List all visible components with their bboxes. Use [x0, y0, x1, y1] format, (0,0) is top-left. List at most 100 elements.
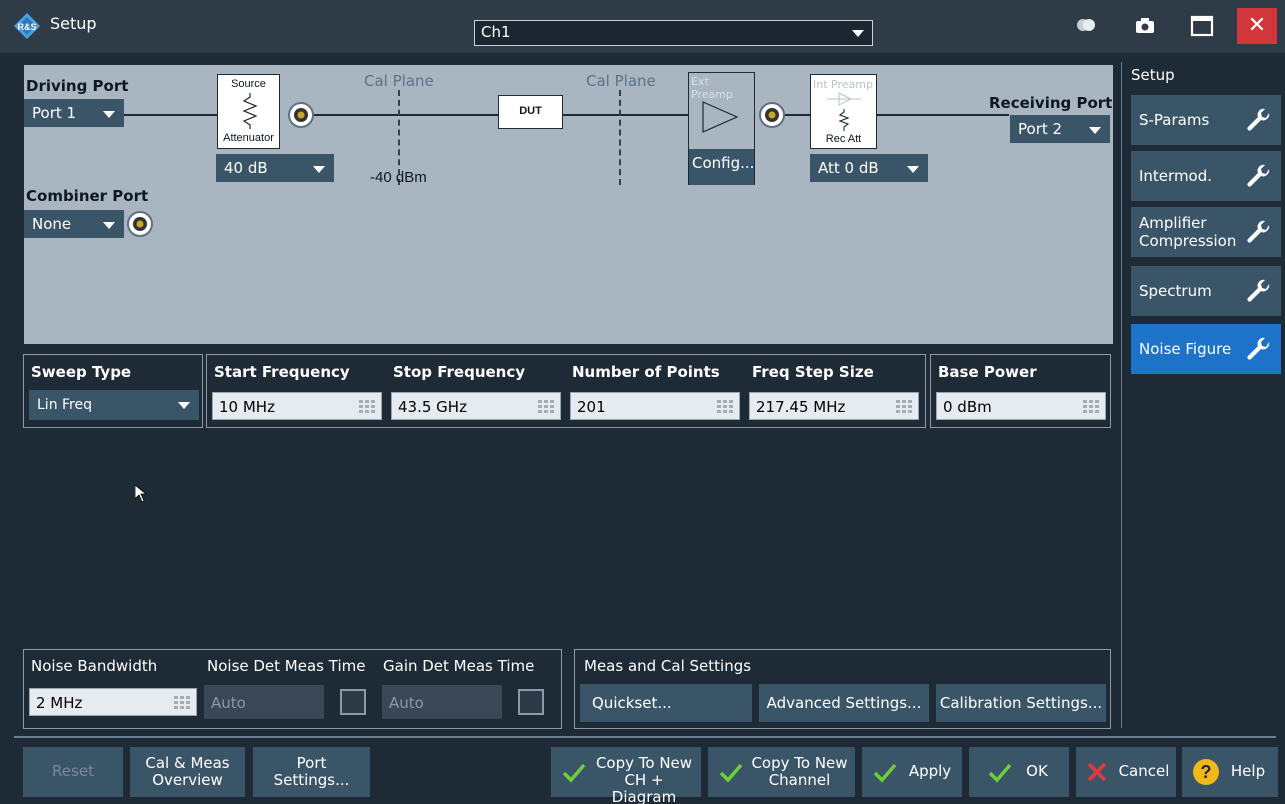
sidebar-item-intermod[interactable]: Intermod.	[1131, 151, 1281, 201]
cal-meas-overview-button[interactable]: Cal & Meas Overview	[130, 747, 245, 797]
keypad-icon[interactable]	[174, 696, 190, 709]
copy-to-new-channel-button[interactable]: Copy To New Channel	[708, 747, 855, 797]
cal-meas-line2: Overview	[152, 771, 223, 789]
attenuator-label: Attenuator	[223, 132, 274, 144]
svg-text:R&S: R&S	[17, 22, 36, 32]
reset-button[interactable]: Reset	[23, 747, 123, 797]
ok-button[interactable]: OK	[969, 747, 1069, 797]
noise-det-meas-time-field[interactable]: Auto	[204, 685, 324, 719]
keypad-icon[interactable]	[717, 400, 733, 413]
freq-step-size-value: 217.45 MHz	[756, 398, 846, 416]
port-connector-icon	[759, 102, 785, 128]
chevron-down-icon	[178, 402, 190, 409]
base-power-value: 0 dBm	[943, 398, 992, 416]
sidebar-item-spectrum[interactable]: Spectrum	[1131, 266, 1281, 316]
sidebar-item-label: S-Params	[1139, 111, 1210, 129]
bottom-divider	[14, 736, 1276, 738]
ext-preamp-label: Ext Preamp	[691, 75, 733, 101]
int-preamp-block: Int Preamp Rec Att	[810, 74, 877, 149]
receiving-port-value: Port 2	[1018, 120, 1063, 138]
meas-cal-title: Meas and Cal Settings	[584, 657, 752, 675]
cancel-button[interactable]: Cancel	[1076, 747, 1176, 797]
camera-icon[interactable]	[1135, 17, 1155, 35]
close-button[interactable]: ✕	[1237, 8, 1277, 44]
help-button[interactable]: ? Help	[1182, 747, 1278, 797]
ok-label: OK	[1026, 762, 1048, 780]
freq-step-size-field[interactable]: 217.45 MHz	[749, 392, 919, 420]
noise-det-auto-checkbox[interactable]	[340, 689, 366, 715]
number-of-points-value: 201	[577, 398, 606, 416]
resistor-icon	[242, 93, 258, 129]
start-frequency-label: Start Frequency	[214, 363, 350, 381]
gain-det-auto-checkbox[interactable]	[518, 689, 544, 715]
keypad-icon[interactable]	[896, 400, 912, 413]
chevron-down-icon	[907, 166, 919, 173]
sweep-type-select[interactable]: Lin Freq	[29, 390, 199, 420]
dut-label: DUT	[519, 105, 542, 117]
maximize-button[interactable]	[1190, 15, 1214, 37]
receiving-port-label: Receiving Port	[989, 94, 1113, 112]
quickset-button[interactable]: Quickset...	[580, 684, 752, 722]
cancel-x-icon	[1087, 762, 1107, 782]
stop-frequency-label: Stop Frequency	[393, 363, 526, 381]
wrench-icon	[1247, 164, 1270, 187]
cal-meas-overview-label: Cal & Meas Overview	[130, 755, 245, 789]
reset-label: Reset	[52, 762, 94, 780]
int-preamp-amplifier-icon	[827, 92, 861, 106]
driving-port-value: Port 1	[32, 104, 77, 122]
sidebar-item-s-params[interactable]: S-Params	[1131, 95, 1281, 145]
sidebar-item-label-line1: Amplifier	[1139, 214, 1207, 232]
rec-att-label: Rec Att	[825, 133, 862, 145]
wrench-icon	[1247, 108, 1270, 131]
source-attenuation-select[interactable]: 40 dB	[216, 154, 334, 182]
checkmark-icon	[719, 763, 743, 783]
keypad-icon[interactable]	[538, 400, 554, 413]
int-preamp-label: Int Preamp	[813, 78, 873, 91]
chevron-down-icon	[103, 111, 115, 118]
signal-line	[784, 114, 810, 116]
signal-line	[308, 114, 498, 116]
stop-frequency-field[interactable]: 43.5 GHz	[391, 392, 561, 420]
base-power-field[interactable]: 0 dBm	[936, 392, 1106, 420]
number-of-points-field[interactable]: 201	[570, 392, 740, 420]
port-settings-button[interactable]: Port Settings...	[253, 747, 370, 797]
stop-frequency-value: 43.5 GHz	[398, 398, 467, 416]
source-attenuation-value: 40 dB	[224, 159, 268, 177]
start-frequency-field[interactable]: 10 MHz	[212, 392, 382, 420]
rs-logo-icon: R&S	[14, 13, 40, 39]
multi-window-icon[interactable]	[1075, 18, 1097, 32]
copy-ch-diagram-label: Copy To New CH + Diagram	[591, 755, 697, 804]
sidebar-item-label-line2: Compression	[1139, 232, 1237, 250]
signal-line	[563, 114, 688, 116]
sidebar-divider	[1121, 62, 1122, 728]
copy-ch-diagram-line2: CH + Diagram	[611, 771, 677, 804]
sweep-type-label: Sweep Type	[31, 363, 132, 381]
calibration-settings-button[interactable]: Calibration Settings...	[936, 684, 1106, 722]
channel-select[interactable]: Ch1	[474, 20, 873, 46]
ext-preamp-config-button[interactable]: Config...	[689, 149, 754, 185]
receiver-attenuation-select[interactable]: Att 0 dB	[810, 154, 928, 182]
sidebar-item-noise-figure[interactable]: Noise Figure	[1131, 324, 1281, 374]
copy-to-new-ch-diagram-button[interactable]: Copy To New CH + Diagram	[551, 747, 701, 804]
apply-button[interactable]: Apply	[862, 747, 962, 797]
advanced-settings-button[interactable]: Advanced Settings...	[759, 684, 929, 722]
number-of-points-label: Number of Points	[572, 363, 720, 381]
sidebar-item-amplifier-compression[interactable]: Amplifier Compression	[1131, 207, 1281, 257]
combiner-port-label: Combiner Port	[26, 187, 149, 205]
svg-text:?: ?	[1201, 762, 1212, 782]
receiving-port-select[interactable]: Port 2	[1010, 115, 1110, 143]
port-connector-icon	[288, 102, 314, 128]
gain-det-meas-time-field[interactable]: Auto	[382, 685, 502, 719]
mouse-cursor-icon	[135, 485, 147, 503]
start-frequency-value: 10 MHz	[219, 398, 275, 416]
combiner-port-select[interactable]: None	[24, 210, 124, 238]
copy-channel-line2: Channel	[768, 771, 831, 789]
copy-channel-label: Copy To New Channel	[748, 755, 851, 789]
noise-bandwidth-value: 2 MHz	[36, 694, 83, 712]
noise-bandwidth-field[interactable]: 2 MHz	[29, 688, 197, 716]
gain-det-meas-time-label: Gain Det Meas Time	[383, 657, 535, 675]
driving-port-select[interactable]: Port 1	[24, 99, 124, 127]
keypad-icon[interactable]	[359, 400, 375, 413]
copy-ch-diagram-line1: Copy To New	[595, 754, 693, 772]
keypad-icon[interactable]	[1083, 400, 1099, 413]
